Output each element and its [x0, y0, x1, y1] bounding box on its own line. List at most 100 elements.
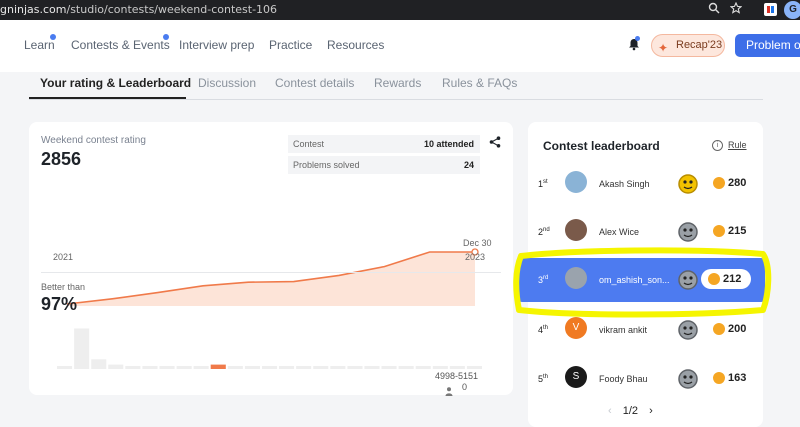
rank-label: 2nd: [538, 227, 550, 237]
avatar: [565, 267, 587, 289]
stat-key: Problems solved: [293, 160, 360, 170]
nav-interview-prep[interactable]: Interview prep: [179, 38, 254, 52]
leaderboard-title: Contest leaderboard: [543, 139, 660, 153]
leaderboard-row[interactable]: 5th S Foody Bhau 163: [528, 357, 763, 401]
party-icon: ✦: [658, 41, 669, 55]
profile-extension-icon[interactable]: G: [784, 1, 800, 19]
problem-of-the-day-button[interactable]: Problem of: [735, 34, 800, 57]
histogram-bar: [91, 359, 107, 369]
histogram-bar: [159, 366, 175, 369]
gold-badge-icon: [677, 173, 699, 195]
rule-link[interactable]: Rule: [728, 140, 747, 150]
rank-label: 3rd: [538, 275, 549, 285]
rating-card: Weekend contest rating 2856 Contest 10 a…: [29, 122, 513, 396]
tab-contest-details[interactable]: Contest details: [275, 76, 354, 90]
histogram-bar: [364, 366, 380, 369]
better-than-label: Better than: [41, 282, 86, 292]
rating-label: Weekend contest rating: [41, 135, 146, 146]
participant-name[interactable]: om_ashish_son...: [599, 275, 670, 285]
tab-rating-leaderboard[interactable]: Your rating & Leaderboard: [40, 76, 191, 90]
stat-value: 24: [463, 160, 474, 170]
active-tab-indicator: [29, 97, 186, 99]
histogram-bar: [347, 366, 363, 369]
bell-icon[interactable]: [627, 36, 641, 51]
rating-value: 2856: [41, 149, 82, 169]
histogram-bar: [449, 366, 465, 369]
nav-practice[interactable]: Practice: [269, 38, 312, 52]
tab-rules-faqs[interactable]: Rules & FAQs: [442, 76, 517, 90]
participant-name[interactable]: Alex Wice: [599, 227, 639, 237]
star-icon[interactable]: [729, 1, 743, 17]
leaderboard-row[interactable]: 3rd om_ashish_son... 212: [518, 258, 765, 302]
tab-discussion[interactable]: Discussion: [198, 76, 256, 90]
leaderboard-row[interactable]: 2nd Alex Wice 215: [528, 210, 763, 254]
histogram-bar: [279, 366, 295, 369]
stat-key: Contest: [293, 139, 325, 149]
histogram-bar: [210, 364, 226, 369]
nav-learn[interactable]: Learn: [24, 38, 55, 52]
leaderboard-row[interactable]: 4th Vvikram ankit 200: [528, 308, 763, 352]
histogram-bar: [125, 366, 141, 369]
contest-stats: Contest 10 attended Problems solved 24: [288, 135, 480, 177]
notification-dot: [635, 36, 640, 41]
next-page-icon[interactable]: ›: [649, 405, 653, 417]
score: 200: [713, 323, 746, 335]
silver-badge-icon: [677, 368, 699, 390]
bolt-icon: [713, 177, 725, 189]
recap-button[interactable]: ✦ Recap'23: [651, 34, 725, 57]
recap-label: Recap'23: [676, 39, 723, 51]
nav-learn-dot: [50, 34, 56, 40]
participant-name[interactable]: Akash Singh: [599, 179, 650, 189]
leaderboard-card: Contest leaderboard i Rule 1st Akash Sing…: [518, 122, 765, 427]
better-than-value: 97%: [41, 294, 78, 314]
nav-contests-dot: [163, 34, 169, 40]
nav-resources[interactable]: Resources: [327, 38, 384, 52]
score: 163: [713, 372, 746, 384]
nav-contests-events[interactable]: Contests & Events: [71, 38, 170, 52]
histogram-bar: [415, 366, 431, 369]
histogram-bar: [432, 366, 448, 369]
avatar: V: [565, 317, 587, 339]
avatar: S: [565, 366, 587, 388]
silver-badge-icon: [677, 221, 699, 243]
user-icon: [445, 383, 453, 396]
chart-start-year: 2021: [53, 252, 74, 262]
extension-icon[interactable]: [764, 3, 777, 16]
histogram-bar: [227, 366, 243, 369]
histogram-bar: [74, 328, 90, 369]
top-navigation: Learn Contests & Events Interview prep P…: [0, 20, 800, 72]
leaderboard-row[interactable]: 1st Akash Singh 280: [528, 162, 763, 206]
zoom-icon[interactable]: [708, 2, 720, 17]
participant-name[interactable]: Foody Bhau: [599, 374, 648, 384]
histogram-bar: [381, 366, 397, 369]
tab-bar: Your rating & Leaderboard Discussion Con…: [29, 72, 763, 100]
avatar: [565, 171, 587, 193]
histogram-range: 4998-5151: [435, 371, 479, 381]
share-icon[interactable]: [489, 135, 501, 148]
bolt-icon: [713, 323, 725, 335]
score: 212: [708, 273, 741, 285]
url-text[interactable]: gninjas.com/studio/contests/weekend-cont…: [0, 3, 277, 16]
stat-value: 10 attended: [423, 139, 474, 149]
participant-name[interactable]: vikram ankit: [599, 325, 647, 335]
histogram-bar: [330, 366, 346, 369]
stat-row-problems-solved: Problems solved 24: [288, 156, 480, 174]
silver-badge-icon: [677, 319, 699, 341]
percentile-histogram: [57, 328, 482, 369]
page-indicator: 1/2: [622, 405, 639, 417]
browser-address-bar: gninjas.com/studio/contests/weekend-cont…: [0, 0, 800, 20]
section-divider: [41, 272, 501, 273]
info-icon[interactable]: i: [712, 140, 723, 151]
silver-badge-icon: [677, 269, 699, 291]
histogram-count: 0: [462, 382, 468, 392]
stat-row-contest: Contest 10 attended: [288, 135, 480, 153]
histogram-bar: [398, 366, 414, 369]
histogram-bar: [176, 366, 192, 369]
rank-label: 1st: [538, 179, 548, 189]
chart-end-year: 2023: [465, 252, 486, 262]
prev-page-icon[interactable]: ‹: [608, 405, 612, 417]
histogram-bar: [296, 366, 312, 369]
bolt-icon: [708, 273, 720, 285]
histogram-bar: [262, 366, 278, 369]
tab-rewards[interactable]: Rewards: [374, 76, 421, 90]
